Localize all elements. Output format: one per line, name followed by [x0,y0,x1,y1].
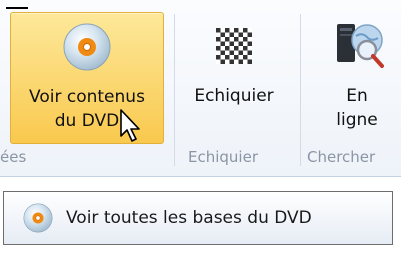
group-separator [174,14,175,166]
chessboard-button[interactable]: Echiquier [182,12,286,144]
online-label-line2: ligne [336,110,378,130]
mouse-cursor-icon [119,108,143,148]
ribbon: Voir contenus du DVD Echiquier En ligne … [0,0,401,177]
dvd-disc-icon [61,19,113,75]
view-dvd-contents-label-line2: du DVD [54,111,120,131]
ribbon-top-edge [6,7,28,9]
group-label-partial: ées [0,148,27,166]
online-label-line1: En [346,86,368,106]
group-separator [300,14,301,166]
dvd-disc-icon [22,202,54,234]
tooltip: Voir toutes les bases du DVD [3,191,393,245]
view-dvd-contents-label-line1: Voir contenus [29,87,145,107]
chessboard-label: Echiquier [194,86,274,106]
online-search-icon [329,18,385,74]
chessboard-icon [216,18,252,74]
online-search-button[interactable]: En ligne [318,12,396,144]
group-label-echiquier: Echiquier [188,148,258,166]
group-label-chercher: Chercher [307,148,376,166]
tooltip-text: Voir toutes les bases du DVD [66,208,312,228]
